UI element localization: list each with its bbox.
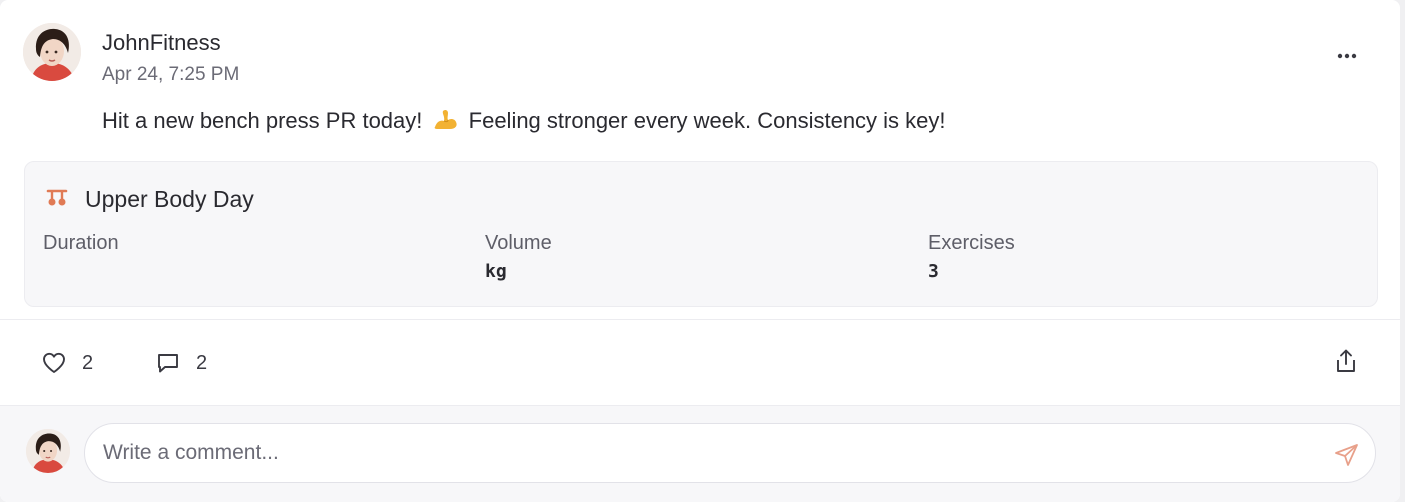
author-name[interactable]: JohnFitness bbox=[102, 30, 221, 56]
stat-value: kg bbox=[485, 261, 507, 282]
more-horizontal-icon bbox=[1337, 53, 1357, 59]
post-body: Hit a new bench press PR today! Feeling … bbox=[102, 107, 946, 137]
divider bbox=[0, 319, 1400, 320]
send-comment-button[interactable] bbox=[1334, 442, 1360, 473]
stat-label: Duration bbox=[43, 232, 119, 254]
share-button[interactable] bbox=[1334, 348, 1358, 379]
stat-exercises: Exercises 3 bbox=[928, 232, 1015, 282]
flexed-biceps-emoji bbox=[433, 107, 459, 137]
like-count: 2 bbox=[82, 351, 94, 374]
comment-section bbox=[0, 405, 1400, 502]
workout-title: Upper Body Day bbox=[85, 186, 254, 212]
post-text-part-2: Feeling stronger every week. Consistency… bbox=[468, 108, 946, 133]
like-button[interactable]: 2 bbox=[42, 348, 93, 378]
stat-label: Exercises bbox=[928, 232, 1015, 254]
comment-input[interactable] bbox=[84, 423, 1376, 483]
heart-icon bbox=[43, 352, 65, 373]
stat-value: 3 bbox=[928, 261, 939, 282]
comment-icon bbox=[158, 354, 178, 373]
workout-summary[interactable]: Upper Body Day Duration Volume kg Exerci… bbox=[24, 161, 1378, 307]
stat-label: Volume bbox=[485, 232, 552, 254]
stat-volume: Volume kg bbox=[485, 232, 552, 282]
current-user-avatar bbox=[26, 429, 70, 473]
send-icon bbox=[1335, 444, 1358, 466]
comment-count: 2 bbox=[196, 351, 208, 374]
comment-button[interactable]: 2 bbox=[156, 348, 207, 378]
post-card: JohnFitness Apr 24, 7:25 PM Hit a new be… bbox=[0, 0, 1400, 502]
post-timestamp: Apr 24, 7:25 PM bbox=[102, 64, 240, 85]
post-text-part-1: Hit a new bench press PR today! bbox=[102, 108, 423, 133]
dumbbell-icon bbox=[45, 188, 69, 213]
stat-duration: Duration bbox=[43, 232, 119, 261]
share-icon bbox=[1337, 349, 1355, 372]
author-avatar[interactable] bbox=[23, 23, 81, 81]
more-options-button[interactable] bbox=[1330, 44, 1364, 68]
